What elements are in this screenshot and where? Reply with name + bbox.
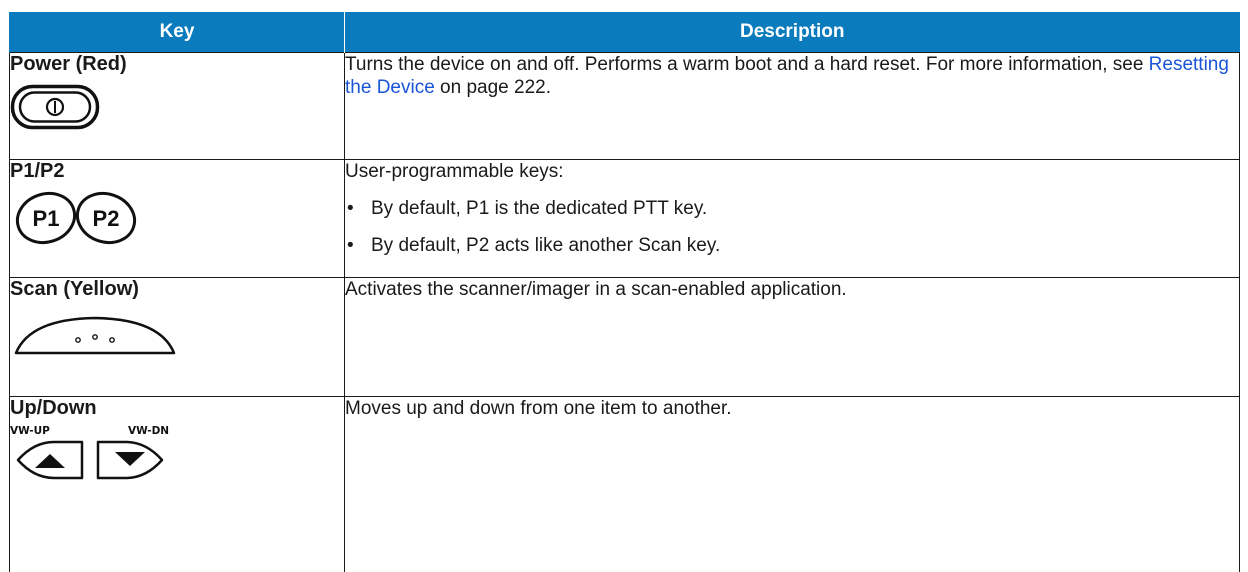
description-text: Turns the device on and off. Performs a … (345, 53, 1239, 99)
key-name-power: Power (Red) (10, 53, 127, 75)
key-cell-p1p2: P1/P2 P1 P2 (9, 159, 345, 278)
p2-icon-label: P2 (93, 206, 120, 231)
description-before-link: Turns the device on and off. Performs a … (345, 54, 1149, 75)
header-key: Key (9, 12, 345, 53)
key-cell-updown: Up/Down VW-UP VW-DN (9, 396, 345, 572)
list-item: • By default, P2 acts like another Scan k… (345, 234, 1239, 257)
keys-table: Key Description Power (Red) Turns the de… (9, 12, 1240, 572)
table-row: Scan (Yellow) Activates the scanner/imag… (9, 277, 1240, 397)
scan-button-icon (10, 313, 344, 365)
p1-p2-keys-icon: P1 P2 (10, 191, 344, 251)
bullet-icon: • (347, 235, 354, 256)
bullet-list: • By default, P1 is the dedicated PTT key… (345, 197, 1239, 257)
key-name-scan: Scan (Yellow) (10, 278, 139, 300)
bullet-text: By default, P1 is the dedicated PTT key. (371, 198, 708, 219)
vw-up-label: VW-UP (10, 425, 50, 437)
key-name-updown: Up/Down (10, 397, 97, 419)
key-cell-power: Power (Red) (9, 52, 345, 160)
description-after-link: on page 222. (434, 77, 551, 98)
description-text: Activates the scanner/imager in a scan-e… (345, 279, 847, 300)
volume-up-down-icon: VW-UP VW-DN (10, 422, 344, 486)
list-item: • By default, P1 is the dedicated PTT key… (345, 197, 1239, 220)
header-description: Description (344, 12, 1240, 53)
table-row: P1/P2 P1 P2 User-programmable keys: • By … (9, 159, 1240, 278)
key-name-p1p2: P1/P2 (10, 160, 65, 182)
bullet-icon: • (347, 198, 354, 219)
description-intro: User-programmable keys: (345, 161, 564, 182)
bullet-text: By default, P2 acts like another Scan ke… (371, 235, 721, 256)
description-cell-power: Turns the device on and off. Performs a … (344, 52, 1240, 160)
power-button-icon (10, 84, 344, 136)
table-row: Power (Red) Turns the device on and off.… (9, 52, 1240, 160)
table-row: Up/Down VW-UP VW-DN Moves up and down fr… (9, 396, 1240, 572)
p1-icon-label: P1 (33, 206, 60, 231)
vw-dn-label: VW-DN (128, 425, 169, 437)
description-text: Moves up and down from one item to anoth… (345, 398, 732, 419)
description-cell-p1p2: User-programmable keys: • By default, P1 … (344, 159, 1240, 278)
description-cell-scan: Activates the scanner/imager in a scan-e… (344, 277, 1240, 397)
key-cell-scan: Scan (Yellow) (9, 277, 345, 397)
description-cell-updown: Moves up and down from one item to anoth… (344, 396, 1240, 572)
table-header-row: Key Description (9, 12, 1240, 53)
